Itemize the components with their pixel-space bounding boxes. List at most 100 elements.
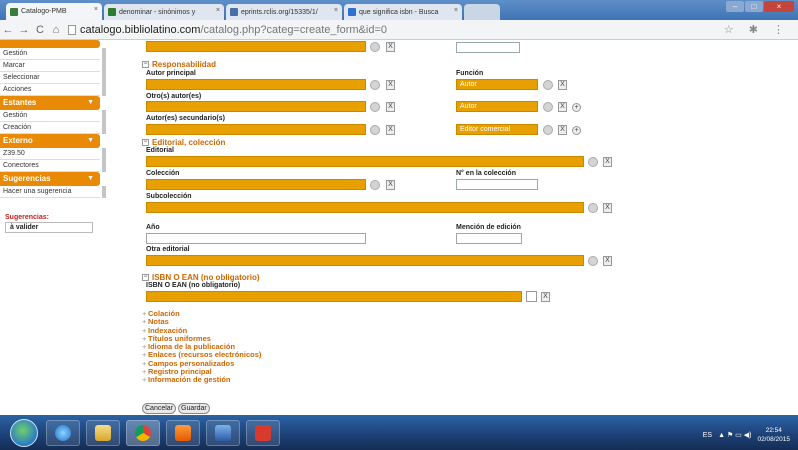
mencion-edicion-field[interactable] (456, 233, 522, 244)
collapse-icon: − (142, 274, 149, 282)
sidebar-item-z3950[interactable]: Z39.50 (0, 148, 106, 160)
clear-x-button[interactable]: X (558, 80, 567, 90)
select-circle-icon[interactable] (588, 203, 598, 213)
select-circle-icon[interactable] (370, 125, 380, 135)
clear-x-button[interactable]: X (386, 42, 395, 52)
close-tab-icon[interactable]: × (216, 7, 220, 14)
save-button[interactable]: Guardar (178, 403, 210, 414)
funcion-field[interactable]: Autor (456, 79, 538, 90)
label-anio: Año (146, 224, 160, 231)
suggestions-title: Sugerencias: (5, 214, 49, 221)
close-tab-icon[interactable]: × (454, 7, 458, 14)
address-bar[interactable]: catalogo.bibliolatino.com/catalog.php?ca… (68, 24, 387, 36)
sidebar-item-gestion[interactable]: Gestión (0, 48, 106, 60)
isbn-field[interactable] (146, 291, 522, 302)
back-arrow-icon[interactable]: ← (0, 24, 16, 36)
autor-principal-field[interactable] (146, 79, 366, 90)
tab-eprints[interactable]: eprints.rclis.org/15335/1/ × (226, 4, 342, 20)
tab-isbn-search[interactable]: que significa isbn - Busca × (344, 4, 462, 20)
sidebar-item-hacer-sugerencia[interactable]: Hacer una sugerencia (0, 186, 106, 198)
funcion-otros-field[interactable]: Autor (456, 101, 538, 112)
start-button[interactable] (10, 419, 38, 447)
select-circle-icon[interactable] (588, 157, 598, 167)
home-icon[interactable]: ⌂ (48, 24, 64, 36)
funcion-secundarios-field[interactable]: Editor comercial (456, 124, 538, 135)
close-tab-icon[interactable]: × (94, 6, 98, 13)
section-informacion-gestion[interactable]: + Información de gestión (142, 376, 261, 385)
tab-denominar[interactable]: denominar - sinónimos y × (104, 4, 224, 20)
sidebar-item-conectores[interactable]: Conectores (0, 160, 106, 172)
sidebar-item-acciones[interactable]: Acciones (0, 84, 106, 96)
new-tab-button[interactable] (464, 4, 500, 20)
label-isbn: ISBN O EAN (no obligatorio) (146, 282, 241, 289)
label-funcion: Función (456, 70, 484, 77)
clear-x-button[interactable]: X (558, 125, 567, 135)
cancel-button[interactable]: Cancelar (142, 403, 177, 414)
coleccion-field[interactable] (146, 179, 366, 190)
tab-catalogo[interactable]: Catalogo-PMB × (6, 3, 102, 20)
select-circle-icon[interactable] (543, 102, 553, 112)
checkbox-square-icon[interactable] (526, 291, 537, 302)
tray-icons[interactable]: ▲ ⚑ ▭ ◀) (718, 431, 751, 439)
clock[interactable]: 22:54 02/08/2015 (757, 426, 790, 444)
acrobat-taskbar-icon[interactable] (246, 420, 280, 446)
section-editorial-coleccion[interactable]: − Editorial, colección (142, 138, 225, 147)
reload-icon[interactable]: C (32, 24, 48, 36)
top-field[interactable] (146, 41, 366, 52)
clear-x-button[interactable]: X (603, 203, 612, 213)
sidebar-item-marcar[interactable]: Marcar (0, 60, 106, 72)
bookmark-star-icon[interactable]: ☆ ✱ ⋮ (724, 23, 790, 36)
label-coleccion: Colección (146, 170, 180, 177)
section-responsabilidad[interactable]: − Responsabilidad (142, 60, 216, 69)
label-num-coleccion: N° en la colección (456, 170, 516, 177)
clear-x-button[interactable]: X (386, 102, 395, 112)
select-circle-icon[interactable] (543, 80, 553, 90)
word-taskbar-icon[interactable] (206, 420, 240, 446)
select-circle-icon[interactable] (370, 102, 380, 112)
add-plus-icon[interactable]: + (572, 126, 581, 135)
clear-x-button[interactable]: X (603, 256, 612, 266)
sidebar-item-creacion[interactable]: Creación (0, 122, 106, 134)
forward-arrow-icon[interactable]: → (16, 24, 32, 36)
sidebar-group-estantes[interactable]: Estantes ▼ (0, 96, 100, 110)
clear-x-button[interactable]: X (558, 102, 567, 112)
close-window-button[interactable]: × (764, 1, 794, 12)
sidebar-item-estantes-gestion[interactable]: Gestión (0, 110, 106, 122)
otros-autores-field[interactable] (146, 101, 366, 112)
anio-field[interactable] (146, 233, 366, 244)
sidebar-item-seleccionar[interactable]: Seleccionar (0, 72, 106, 84)
clear-x-button[interactable]: X (386, 125, 395, 135)
close-tab-icon[interactable]: × (334, 7, 338, 14)
sidebar-group-sugerencias[interactable]: Sugerencias ▼ (0, 172, 100, 186)
select-circle-icon[interactable] (370, 180, 380, 190)
select-circle-icon[interactable] (370, 80, 380, 90)
suggestions-validate-link[interactable]: à valider (5, 222, 93, 233)
num-coleccion-field[interactable] (456, 179, 538, 190)
sidebar-group-externo[interactable]: Externo ▼ (0, 134, 100, 148)
explorer-taskbar-icon[interactable] (86, 420, 120, 446)
chrome-taskbar-icon[interactable] (126, 420, 160, 446)
maximize-button[interactable]: □ (745, 1, 763, 12)
clear-x-button[interactable]: X (541, 292, 550, 302)
clear-x-button[interactable]: X (386, 180, 395, 190)
top-right-field[interactable] (456, 42, 520, 53)
clear-x-button[interactable]: X (386, 80, 395, 90)
media-player-taskbar-icon[interactable] (166, 420, 200, 446)
label-subcoleccion: Subcolección (146, 193, 192, 200)
autores-secundarios-field[interactable] (146, 124, 366, 135)
add-plus-icon[interactable]: + (572, 103, 581, 112)
subcoleccion-field[interactable] (146, 202, 584, 213)
minimize-button[interactable]: – (726, 1, 744, 12)
select-circle-icon[interactable] (588, 256, 598, 266)
section-isbn[interactable]: − ISBN O EAN (no obligatorio) (142, 273, 260, 282)
select-circle-icon[interactable] (370, 42, 380, 52)
windows-taskbar: ES ▲ ⚑ ▭ ◀) 22:54 02/08/2015 (0, 415, 798, 450)
otra-editorial-field[interactable] (146, 255, 584, 266)
select-circle-icon[interactable] (543, 125, 553, 135)
language-indicator[interactable]: ES (703, 432, 712, 439)
editorial-field[interactable] (146, 156, 584, 167)
clear-x-button[interactable]: X (603, 157, 612, 167)
form-buttons: Cancelar Guardar (142, 403, 210, 414)
sidebar: Gestión Marcar Seleccionar Acciones Esta… (0, 40, 106, 415)
ie-taskbar-icon[interactable] (46, 420, 80, 446)
